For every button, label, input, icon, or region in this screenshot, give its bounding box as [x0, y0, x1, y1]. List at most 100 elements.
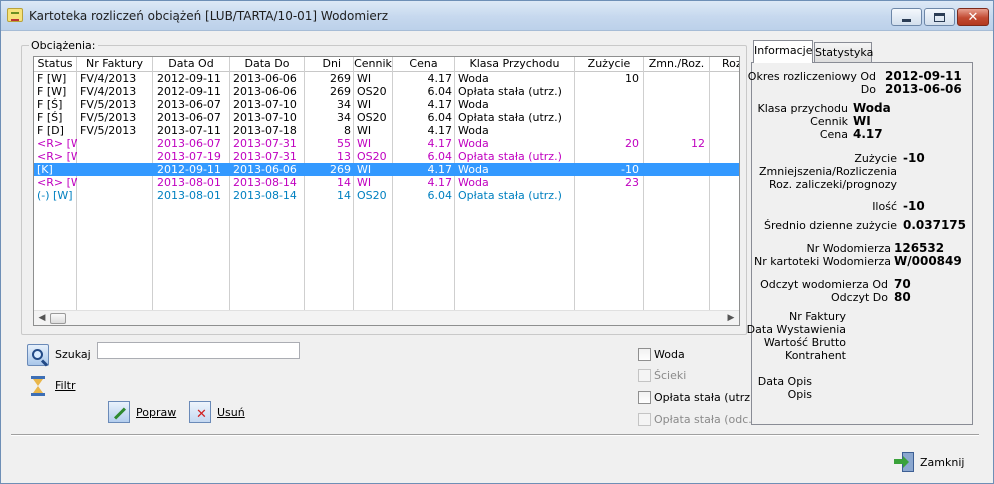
income-class-label: Klasa przychodu [757, 102, 848, 115]
cell-status: F [W] [37, 85, 67, 98]
col-roz-header[interactable]: Roz [710, 57, 739, 72]
grid-header: Status Nr Faktury Data Od Data Do Dni Ce… [34, 57, 739, 72]
cell-status: F [W] [37, 72, 67, 85]
cell-klasa: Woda [458, 124, 489, 137]
cell-klasa: Woda [458, 98, 489, 111]
cell-zuzycie [575, 98, 644, 111]
col-date-from-header[interactable]: Data Od [153, 57, 230, 72]
cell-cena: 4.17 [427, 163, 453, 176]
advance-forecast-label: Roz. zaliczeki/prognozy [769, 178, 897, 191]
filter-label: Filtr [55, 379, 76, 392]
title-bar[interactable]: Kartoteka rozliczeń obciążeń [LUB/TARTA/… [1, 1, 993, 31]
cell-dni: 34 [337, 111, 351, 124]
delete-x-icon: ✕ [196, 407, 207, 422]
cell-status: F [D] [37, 124, 64, 137]
cell-status: [K] [37, 163, 53, 176]
cell-status: <R> [W] [37, 176, 77, 189]
charges-grid[interactable]: Status Nr Faktury Data Od Data Do Dni Ce… [33, 56, 740, 326]
col-date-to-header[interactable]: Data Do [230, 57, 305, 72]
table-row[interactable]: F [Ś] FV/5/2013 2013-06-07 2013-07-10 34 OS20… [34, 111, 739, 124]
filter-hourglass-icon[interactable] [31, 376, 45, 396]
table-row[interactable]: F [D] FV/5/2013 2013-07-11 2013-07-18 8 WI 4.1… [34, 124, 739, 137]
cell-cena: 4.17 [427, 72, 453, 85]
cell-data-od: 2012-09-11 [157, 72, 221, 85]
scroll-right-arrow-icon[interactable]: ▶ [725, 313, 737, 324]
tab-informacje[interactable]: Informacje [753, 40, 813, 63]
table-row[interactable]: F [W] FV/4/2013 2012-09-11 2013-06-06 269 WI 4… [34, 72, 739, 85]
cell-cennik: WI [357, 124, 372, 137]
meter-number-label: Nr Wodomierza [806, 242, 892, 255]
cell-cennik: WI [357, 176, 372, 189]
filter-button-label[interactable]: Filtr [55, 379, 75, 392]
edit-pencil-icon[interactable] [108, 401, 130, 423]
cell-cennik: WI [357, 72, 372, 85]
delete-icon[interactable]: ✕ [189, 401, 211, 423]
col-tariff-header[interactable]: Cennik [354, 57, 393, 72]
cell-status: (-) [W] [37, 189, 73, 202]
checkbox-fixed-fee-maint[interactable] [638, 391, 651, 404]
period-to-value: 2013-06-06 [885, 82, 962, 96]
cell-nr-faktury: FV/5/2013 [80, 98, 137, 111]
col-status-header[interactable]: Status [34, 57, 77, 72]
search-lens-icon [32, 349, 43, 360]
income-class-value: Woda [853, 101, 891, 115]
scrollbar-thumb[interactable] [50, 313, 66, 324]
period-to-label: Do [860, 83, 876, 96]
maximize-icon [934, 12, 945, 22]
cell-klasa: Woda [458, 176, 489, 189]
table-row[interactable]: (-) [W] 2013-08-01 2013-08-14 14 OS20 6.04 Opł… [34, 189, 739, 202]
cell-dni: 269 [330, 72, 351, 85]
edit-button[interactable]: Popraw [136, 406, 176, 419]
table-row[interactable]: [K] 2012-09-11 2013-06-06 269 WI 4.17 Woda -10 [34, 163, 739, 176]
cell-klasa: Opłata stała (utrz.) [458, 150, 562, 163]
tab-statystyka[interactable]: Statystyka [814, 42, 873, 63]
search-icon[interactable] [27, 344, 49, 367]
issue-date-label: Data Wystawienia [746, 323, 846, 336]
cell-zmn [644, 72, 710, 85]
col-usage-header[interactable]: Zużycie [575, 57, 644, 72]
cell-data-od: 2012-09-11 [157, 163, 221, 176]
cell-nr-faktury [77, 150, 153, 163]
horizontal-scrollbar[interactable]: ◀ ▶ [34, 310, 739, 325]
reading-to-label: Odczyt Do [831, 291, 888, 304]
cell-dni: 55 [337, 137, 351, 150]
reading-from-label: Odczyt wodomierza Od [760, 278, 888, 291]
col-invoice-header[interactable]: Nr Faktury [77, 57, 153, 72]
table-row[interactable]: F [Ś] FV/5/2013 2013-06-07 2013-07-10 34 WI 4.… [34, 98, 739, 111]
cell-nr-faktury: FV/5/2013 [80, 124, 137, 137]
delete-button[interactable]: Usuń [217, 406, 245, 419]
checkbox-sewage-label: Ścieki [654, 369, 687, 382]
col-income-class-header[interactable]: Klasa Przychodu [455, 57, 575, 72]
cell-zuzycie [575, 85, 644, 98]
minimize-button[interactable] [891, 8, 922, 26]
col-change-header[interactable]: Zmn./Roz. [644, 57, 710, 72]
table-row[interactable]: F [W] FV/4/2013 2012-09-11 2013-06-06 269 OS2… [34, 85, 739, 98]
table-row[interactable]: <R> [W] 2013-07-19 2013-07-31 13 OS20 6.04 Opł… [34, 150, 739, 163]
search-input[interactable] [97, 342, 300, 359]
cell-cennik: WI [357, 98, 372, 111]
cell-nr-faktury [77, 137, 153, 150]
exit-door-icon[interactable] [894, 452, 916, 472]
close-icon: ✕ [967, 9, 979, 25]
cell-cennik: WI [357, 163, 372, 176]
table-row[interactable]: <R> [W] 2013-08-01 2013-08-14 14 WI 4.17 Woda 2… [34, 176, 739, 189]
window-title: Kartoteka rozliczeń obciążeń [LUB/TARTA/… [29, 9, 389, 23]
meter-record-value: W/000849 [894, 254, 962, 268]
checkbox-water[interactable] [638, 348, 651, 361]
col-days-header[interactable]: Dni [305, 57, 354, 72]
cell-cena: 4.17 [427, 98, 453, 111]
cell-cena: 6.04 [427, 85, 453, 98]
table-row[interactable]: <R> [W] 2013-06-07 2013-07-31 55 WI 4.17 Woda 2… [34, 137, 739, 150]
scroll-left-arrow-icon[interactable]: ◀ [36, 313, 48, 324]
close-dialog-button[interactable]: Zamknij [920, 456, 964, 469]
date-description-label: Data Opis [757, 375, 812, 388]
cell-status: F [Ś] [37, 111, 63, 124]
description-label: Opis [787, 388, 812, 401]
maximize-button[interactable] [924, 8, 955, 26]
quantity-value: -10 [903, 199, 925, 213]
cell-zuzycie [575, 124, 644, 137]
app-icon [7, 8, 23, 22]
reading-from-value: 70 [894, 277, 911, 291]
col-price-header[interactable]: Cena [393, 57, 455, 72]
close-button[interactable]: ✕ [957, 8, 989, 26]
